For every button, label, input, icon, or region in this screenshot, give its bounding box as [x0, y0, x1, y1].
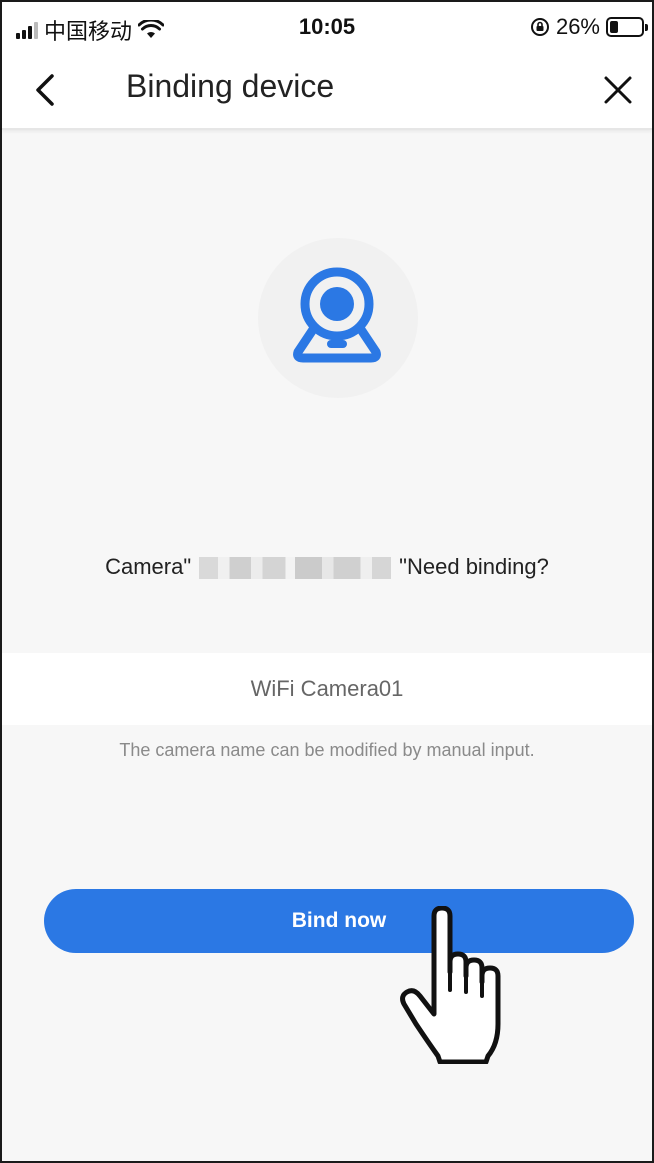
rotation-lock-icon [530, 18, 549, 36]
camera-name-row [2, 653, 652, 725]
nav-bar: Binding device [2, 50, 652, 130]
battery-icon [606, 17, 648, 37]
camera-name-input[interactable] [2, 653, 652, 725]
battery-percent: 26% [555, 14, 600, 39]
blurred-device-id [199, 557, 392, 580]
close-icon[interactable] [598, 70, 638, 110]
status-right: 26% [530, 14, 648, 40]
camera-name-hint: The camera name can be modified by manua… [119, 740, 535, 760]
question-suffix: "Need binding? [399, 554, 549, 579]
phone-screen: 中国移动 10:05 26% Binding device Camera" "N… [0, 0, 654, 1163]
page-title: Binding device [126, 68, 335, 104]
bind-now-button[interactable]: Bind now [44, 889, 634, 953]
status-bar: 中国移动 10:05 26% [2, 2, 652, 50]
question-prefix: Camera" [105, 554, 192, 579]
binding-question: Camera" "Need binding? [2, 554, 652, 580]
camera-icon [293, 267, 381, 363]
battery-level [610, 21, 618, 33]
pointing-hand-icon [400, 906, 501, 1064]
chevron-left-icon[interactable] [28, 70, 64, 110]
